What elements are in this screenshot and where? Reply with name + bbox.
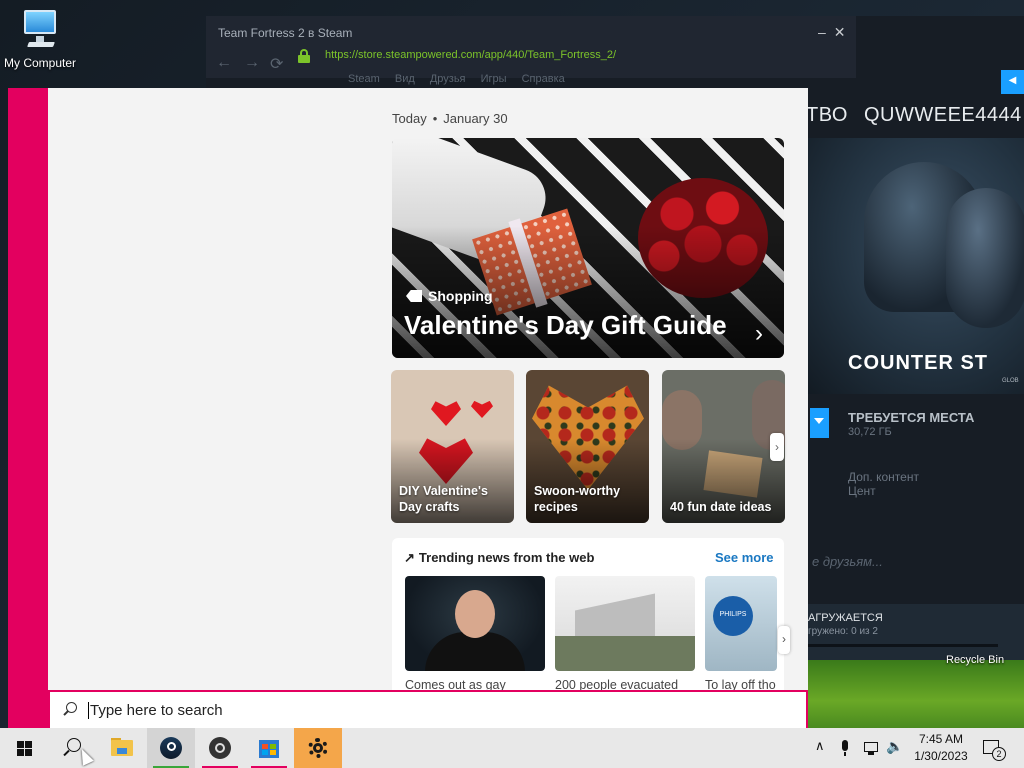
hero-category: Shopping — [406, 288, 493, 304]
steam-tabs: Доп. контент Цент — [848, 470, 1024, 498]
my-computer-label: My Computer — [3, 56, 77, 70]
steam-menu-item[interactable]: Друзья — [430, 73, 466, 85]
clock-date: 1/30/2023 — [914, 749, 968, 763]
news-thumbnail[interactable] — [555, 576, 695, 671]
trending-title: ↗ Trending news from the web — [404, 550, 594, 566]
steam-window-title: Team Fortress 2 в Steam — [218, 26, 353, 40]
steam-menu-item[interactable]: Steam — [348, 73, 380, 85]
steam-window-controls: –✕ — [818, 24, 854, 41]
card-caption: 40 fun date ideas — [670, 500, 772, 514]
store-taskbar-icon[interactable] — [245, 728, 293, 768]
friends-text: е друзьям... — [812, 554, 883, 569]
news-card[interactable]: Swoon-worthy recipes — [526, 370, 649, 523]
chevron-down-icon — [814, 418, 824, 424]
chevron-right-icon[interactable]: › — [778, 626, 790, 654]
taskbar: ∧ 🔈 7:45 AM 1/30/2023 2 — [0, 728, 1024, 768]
file-explorer-icon[interactable] — [98, 728, 146, 768]
obs-taskbar-icon[interactable] — [196, 728, 244, 768]
recycle-bin-label[interactable]: Recycle Bin — [946, 654, 1004, 666]
forward-icon[interactable]: → — [244, 54, 260, 72]
download-progress-text: гружено: 0 из 2 — [808, 626, 878, 637]
steam-username[interactable]: QUWWEEE4444 — [864, 104, 1022, 127]
hero-category-label: Shopping — [428, 288, 493, 304]
chevron-right-icon[interactable]: › — [755, 320, 763, 348]
steam-url-text[interactable]: https://store.steampowered.com/app/440/T… — [325, 49, 616, 61]
see-more-link[interactable]: See more — [715, 550, 774, 565]
hero-title: Valentine's Day Gift Guide — [404, 310, 727, 340]
download-status[interactable]: АГРУЖАЕТСЯ гружено: 0 из 2 — [804, 604, 1024, 660]
reload-icon[interactable]: ⟳ — [270, 54, 283, 74]
brand-sign-label: PHILIPS — [713, 596, 753, 636]
steam-header-left[interactable]: ТВО — [806, 104, 848, 127]
steam-title-bar: Team Fortress 2 в Steam — [206, 16, 856, 48]
trending-title-label: Trending news from the web — [418, 550, 595, 565]
mouse-cursor-icon — [76, 746, 94, 766]
computer-icon — [18, 8, 62, 52]
clock-time: 7:45 AM — [918, 732, 964, 746]
card-caption: Swoon-worthy recipes — [534, 484, 621, 514]
steam-menu-bar: Steam Вид Друзья Игры Справка — [348, 73, 577, 85]
steam-menu-item[interactable]: Игры — [481, 73, 507, 85]
wallpaper-strip — [808, 660, 1024, 728]
card-caption: DIY Valentine's Day crafts — [399, 484, 488, 514]
news-date: Today • January 30 — [392, 111, 508, 126]
news-card[interactable]: DIY Valentine's Day crafts — [391, 370, 514, 523]
steam-announcement-icon[interactable]: ◀ — [1001, 70, 1024, 94]
taskbar-search-icon[interactable] — [49, 728, 97, 768]
required-space-label: ТРЕБУЕТСЯ МЕСТА — [848, 410, 975, 425]
windows-start-icon[interactable] — [0, 728, 48, 768]
steam-menu-item[interactable]: Вид — [395, 73, 415, 85]
chevron-up-icon[interactable]: ∧ — [815, 738, 825, 768]
taskbar-clock[interactable]: 7:45 AM 1/30/2023 — [908, 731, 974, 765]
chevron-right-icon[interactable]: › — [770, 433, 784, 461]
game-logo-sub: GLOB — [1002, 378, 1019, 384]
download-progress-bar — [808, 644, 998, 647]
tab-center[interactable]: Цент — [848, 484, 876, 498]
news-thumbnail[interactable] — [405, 576, 545, 671]
start-news-panel: Today • January 30 Shopping Valentine's Da… — [8, 88, 808, 728]
panel-accent-stripe — [8, 88, 48, 728]
minimize-icon[interactable]: – — [818, 24, 834, 40]
notification-icon[interactable]: 2 — [981, 738, 1006, 761]
game-banner: COUNTER ST GLOB — [806, 138, 1024, 394]
microphone-icon[interactable] — [840, 740, 850, 756]
steam-taskbar-icon[interactable] — [147, 728, 195, 768]
settings-gear-icon[interactable] — [294, 728, 342, 768]
download-status-label: АГРУЖАЕТСЯ — [808, 612, 883, 624]
steam-menu-item[interactable]: Справка — [522, 73, 565, 85]
hero-article[interactable]: Shopping Valentine's Day Gift Guide › — [392, 138, 784, 358]
date-label: January 30 — [443, 111, 508, 126]
close-icon[interactable]: ✕ — [834, 24, 854, 40]
install-section: ТРЕБУЕТСЯ МЕСТА 30,72 ГБ — [810, 394, 1024, 444]
today-label: Today — [392, 111, 427, 126]
tab-dlc[interactable]: Доп. контент — [848, 470, 919, 484]
search-input[interactable]: Type here to search — [88, 702, 223, 719]
news-card[interactable]: 40 fun date ideas — [662, 370, 785, 523]
required-space-value: 30,72 ГБ — [848, 426, 892, 438]
news-thumbnail[interactable]: PHILIPS — [705, 576, 777, 671]
volume-icon[interactable]: 🔈 — [886, 738, 903, 768]
trending-icon: ↗ — [404, 550, 415, 565]
search-box[interactable]: Type here to search — [48, 690, 808, 728]
notification-count: 2 — [992, 747, 1006, 761]
my-computer-shortcut[interactable]: My Computer — [0, 8, 80, 70]
game-logo: COUNTER ST — [848, 352, 988, 374]
lock-icon — [298, 49, 310, 63]
tag-icon — [406, 290, 422, 302]
network-icon[interactable] — [862, 740, 880, 756]
search-icon — [62, 702, 78, 718]
back-icon[interactable]: ← — [216, 54, 232, 72]
